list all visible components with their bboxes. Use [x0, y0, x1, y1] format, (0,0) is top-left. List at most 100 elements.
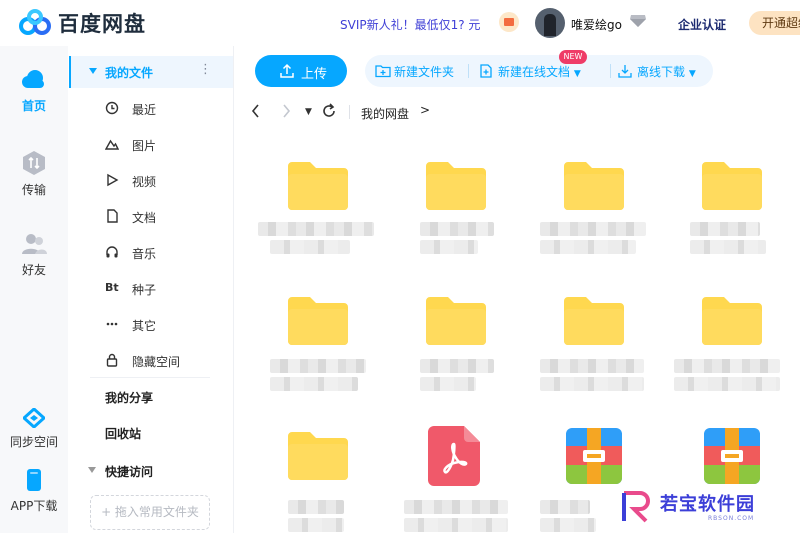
rail-item-home[interactable]: 首页 [0, 68, 68, 114]
transfer-icon [23, 151, 45, 175]
rail-item-label: 传输 [21, 183, 46, 197]
app-logo[interactable]: 百度网盘 [18, 8, 146, 38]
rail-item-app-download[interactable]: APP下载 [0, 468, 68, 514]
blurred-filename [258, 222, 374, 236]
nav-separator [349, 105, 350, 119]
headphones-icon [106, 246, 118, 258]
sidebar-item-label: 种子 [132, 283, 157, 297]
blurred-filename [420, 240, 478, 254]
dropdown-caret-icon[interactable]: ▼ [689, 69, 696, 79]
offline-download-label: 离线下载 [637, 65, 686, 79]
sidebar-item-recycle-bin[interactable]: 回收站 [105, 425, 141, 442]
open-vip-button[interactable]: 开通超级 [749, 11, 800, 35]
rail-item-label: APP下载 [10, 499, 58, 513]
sidebar-item-hidden-space[interactable]: 隐藏空间 [68, 342, 233, 378]
blurred-filename [420, 222, 494, 236]
file-item[interactable] [254, 162, 382, 290]
blurred-filename [540, 500, 590, 514]
rail-item-label: 首页 [21, 99, 46, 113]
folder-icon [288, 297, 348, 345]
baidu-netdisk-logo-icon [19, 9, 51, 35]
left-rail: 首页 传输 好友 同步空间 APP下载 [0, 46, 68, 533]
folder-icon [288, 432, 348, 480]
refresh-icon[interactable] [322, 103, 336, 123]
upload-icon [280, 63, 294, 78]
play-icon [107, 173, 119, 187]
drop-folder-zone[interactable]: + 拖入常用文件夹 [90, 495, 210, 530]
bt-icon: Bt [105, 281, 119, 294]
rail-item-label: 同步空间 [9, 435, 58, 449]
username[interactable]: 唯爱绘go [571, 16, 622, 33]
file-item[interactable] [392, 162, 520, 290]
toolbar: 新建文件夹 新建在线文档 ▼ 离线下载 ▼ [365, 55, 713, 87]
rail-item-sync-space[interactable]: 同步空间 [0, 408, 68, 450]
mountain-icon [105, 139, 119, 150]
clock-icon [105, 101, 119, 115]
blurred-filename [270, 240, 350, 254]
blurred-filename [270, 377, 358, 391]
avatar[interactable] [535, 8, 565, 38]
file-item[interactable] [530, 162, 658, 290]
sidebar-item-music[interactable]: 音乐 [68, 234, 233, 270]
folder-icon [564, 162, 624, 210]
new-online-doc-button[interactable]: 新建在线文档 ▼ [479, 63, 581, 80]
file-item[interactable] [392, 297, 520, 425]
dropdown-caret-icon[interactable]: ▼ [574, 69, 581, 79]
archive-file-icon [566, 428, 622, 484]
rail-item-transfer[interactable]: 传输 [0, 150, 68, 198]
sidebar-item-my-share[interactable]: 我的分享 [105, 389, 153, 406]
sidebar-item-images[interactable]: 图片 [68, 126, 233, 162]
ellipsis-icon [106, 322, 118, 326]
forward-icon[interactable] [280, 103, 292, 123]
folder-icon [288, 162, 348, 210]
file-item[interactable] [668, 297, 796, 425]
more-vertical-icon[interactable]: ⋮ [199, 62, 212, 77]
nav-bar: ▼ 我的网盘 > [234, 96, 800, 128]
pdf-file-icon [428, 426, 480, 486]
new-badge: NEW [559, 50, 587, 64]
cloud-icon [22, 70, 44, 88]
breadcrumb[interactable]: 我的网盘 [361, 105, 409, 122]
new-folder-label: 新建文件夹 [394, 65, 455, 79]
sidebar-item-my-files[interactable]: 我的文件 ⋮ [69, 56, 233, 88]
new-folder-button[interactable]: 新建文件夹 [375, 63, 454, 80]
svip-promo-link[interactable]: SVIP新人礼！最低仅1? 元 [340, 16, 480, 33]
blurred-filename [420, 359, 494, 373]
back-icon[interactable] [250, 103, 262, 123]
gift-icon[interactable] [499, 12, 519, 32]
sidebar-item-recent[interactable]: 最近 [68, 90, 233, 126]
enterprise-auth-link[interactable]: 企业认证 [678, 16, 726, 33]
upload-button[interactable]: 上传 [255, 55, 347, 87]
watermark-title: 若宝软件园 [660, 494, 755, 515]
blurred-filename [690, 240, 766, 254]
collapse-triangle-icon[interactable] [89, 68, 97, 74]
sidebar-item-torrents[interactable]: Bt 种子 [68, 270, 233, 306]
history-dropdown-icon[interactable]: ▼ [305, 107, 312, 117]
blurred-filename [690, 222, 760, 236]
sidebar-item-videos[interactable]: 视频 [68, 162, 233, 198]
expand-triangle-icon[interactable] [88, 467, 96, 473]
folder-icon [702, 297, 762, 345]
sidebar-item-other[interactable]: 其它 [68, 306, 233, 342]
offline-download-button[interactable]: 离线下载 ▼ [618, 63, 696, 80]
new-online-doc-label: 新建在线文档 [498, 65, 571, 79]
file-item[interactable] [392, 426, 520, 560]
folder-icon [426, 297, 486, 345]
breadcrumb-arrow-icon: > [420, 103, 431, 117]
folder-icon [426, 162, 486, 210]
file-item[interactable] [530, 297, 658, 425]
file-item[interactable] [254, 432, 382, 560]
new-folder-icon [375, 65, 391, 78]
watermark: 若宝软件园 RBSON.COM [620, 489, 795, 529]
blurred-filename [540, 377, 644, 391]
file-item[interactable] [668, 162, 796, 290]
sidebar-item-label: 我的文件 [105, 66, 154, 80]
vip-diamond-icon[interactable] [629, 14, 647, 28]
blurred-filename [270, 359, 366, 373]
blurred-filename [540, 518, 596, 532]
rail-item-friends[interactable]: 好友 [0, 232, 68, 278]
sidebar: 我的文件 ⋮ 最近 图片 视频 文档 音乐 Bt 种子 其它 隐藏空间 我的分享… [68, 46, 234, 533]
app-title: 百度网盘 [58, 12, 146, 36]
sidebar-item-documents[interactable]: 文档 [68, 198, 233, 234]
file-item[interactable] [254, 297, 382, 425]
